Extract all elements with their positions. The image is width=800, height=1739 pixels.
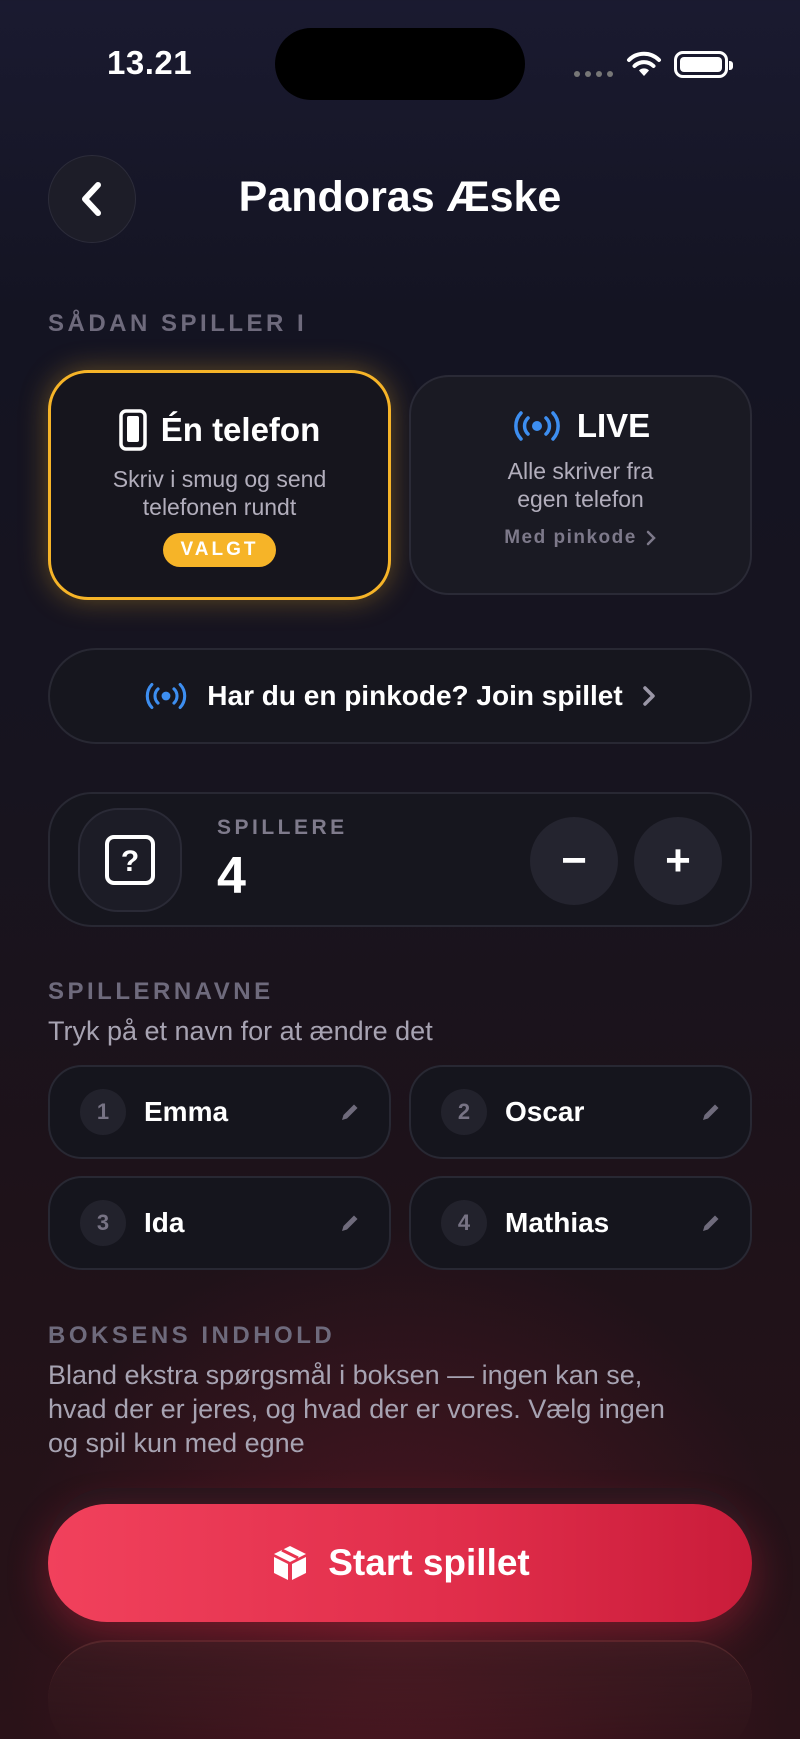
start-label: Start spillet	[328, 1542, 530, 1583]
battery-icon	[674, 51, 733, 78]
player-name: Mathias	[505, 1207, 610, 1238]
page-title: Pandoras Æske	[238, 173, 562, 221]
player-name-card[interactable]: 1 Emma	[48, 1065, 391, 1159]
player-number: 2	[441, 1089, 487, 1135]
pencil-icon	[342, 1104, 358, 1120]
chevron-right-icon	[642, 686, 655, 706]
mode-one-title: Én telefon	[51, 409, 388, 451]
selected-badge: VALGT	[162, 533, 277, 567]
dynamic-island	[275, 28, 525, 100]
player-name: Ida	[144, 1207, 185, 1238]
section-label-player-names: SPILLERNAVNE	[48, 978, 274, 1005]
pencil-icon	[703, 1215, 719, 1231]
phone-icon	[118, 409, 147, 451]
pencil-icon	[342, 1215, 358, 1231]
start-game-button[interactable]: Start spillet	[48, 1504, 752, 1622]
player-name-card[interactable]: 2 Oscar	[409, 1065, 752, 1159]
join-label: Har du en pinkode? Join spillet	[207, 680, 623, 711]
wifi-icon	[627, 51, 661, 76]
mode-live-title: LIVE	[411, 407, 750, 445]
player-names-hint: Tryk på et navn for at ændre det	[48, 1016, 433, 1046]
mode-card-one-phone[interactable]: Én telefon Skriv i smug og send telefone…	[48, 370, 391, 600]
join-game-button[interactable]: Har du en pinkode? Join spillet	[48, 648, 752, 744]
player-number: 3	[80, 1200, 126, 1246]
decrease-players-button[interactable]: −	[530, 817, 618, 905]
mode-card-live[interactable]: LIVE Alle skriver fra egen telefon Med p…	[409, 375, 752, 595]
faded-card-below	[48, 1640, 752, 1739]
section-label-play-mode: SÅDAN SPILLER I	[48, 310, 308, 337]
broadcast-icon	[513, 411, 560, 441]
pin-code-link[interactable]: Med pinkode	[411, 527, 750, 549]
status-time: 13.21	[107, 44, 193, 81]
pencil-icon	[703, 1104, 719, 1120]
dice-icon: ?	[105, 835, 155, 885]
svg-text:?: ?	[121, 845, 139, 878]
players-count: 4	[217, 847, 246, 905]
player-name-card[interactable]: 4 Mathias	[409, 1176, 752, 1270]
player-number: 1	[80, 1089, 126, 1135]
players-panel: ? SPILLERE 4 − +	[48, 792, 752, 927]
chevron-right-icon	[646, 530, 656, 546]
broadcast-icon	[146, 682, 187, 710]
player-name-card[interactable]: 3 Ida	[48, 1176, 391, 1270]
box-icon	[274, 1546, 307, 1580]
player-name: Emma	[144, 1096, 229, 1127]
box-content-description: Bland ekstra spørgsmål i boksen — ingen …	[48, 1360, 665, 1458]
cellular-signal-icon	[574, 71, 613, 77]
section-label-box-content: BOKSENS INDHOLD	[48, 1322, 336, 1349]
increase-players-button[interactable]: +	[634, 817, 722, 905]
mode-one-description: Skriv i smug og send telefonen rundt	[112, 466, 327, 520]
player-name: Oscar	[505, 1096, 585, 1127]
dice-tile[interactable]: ?	[78, 808, 182, 912]
mode-live-description: Alle skriver fra egen telefon	[507, 458, 654, 512]
players-label: SPILLERE	[217, 816, 348, 839]
player-number: 4	[441, 1200, 487, 1246]
